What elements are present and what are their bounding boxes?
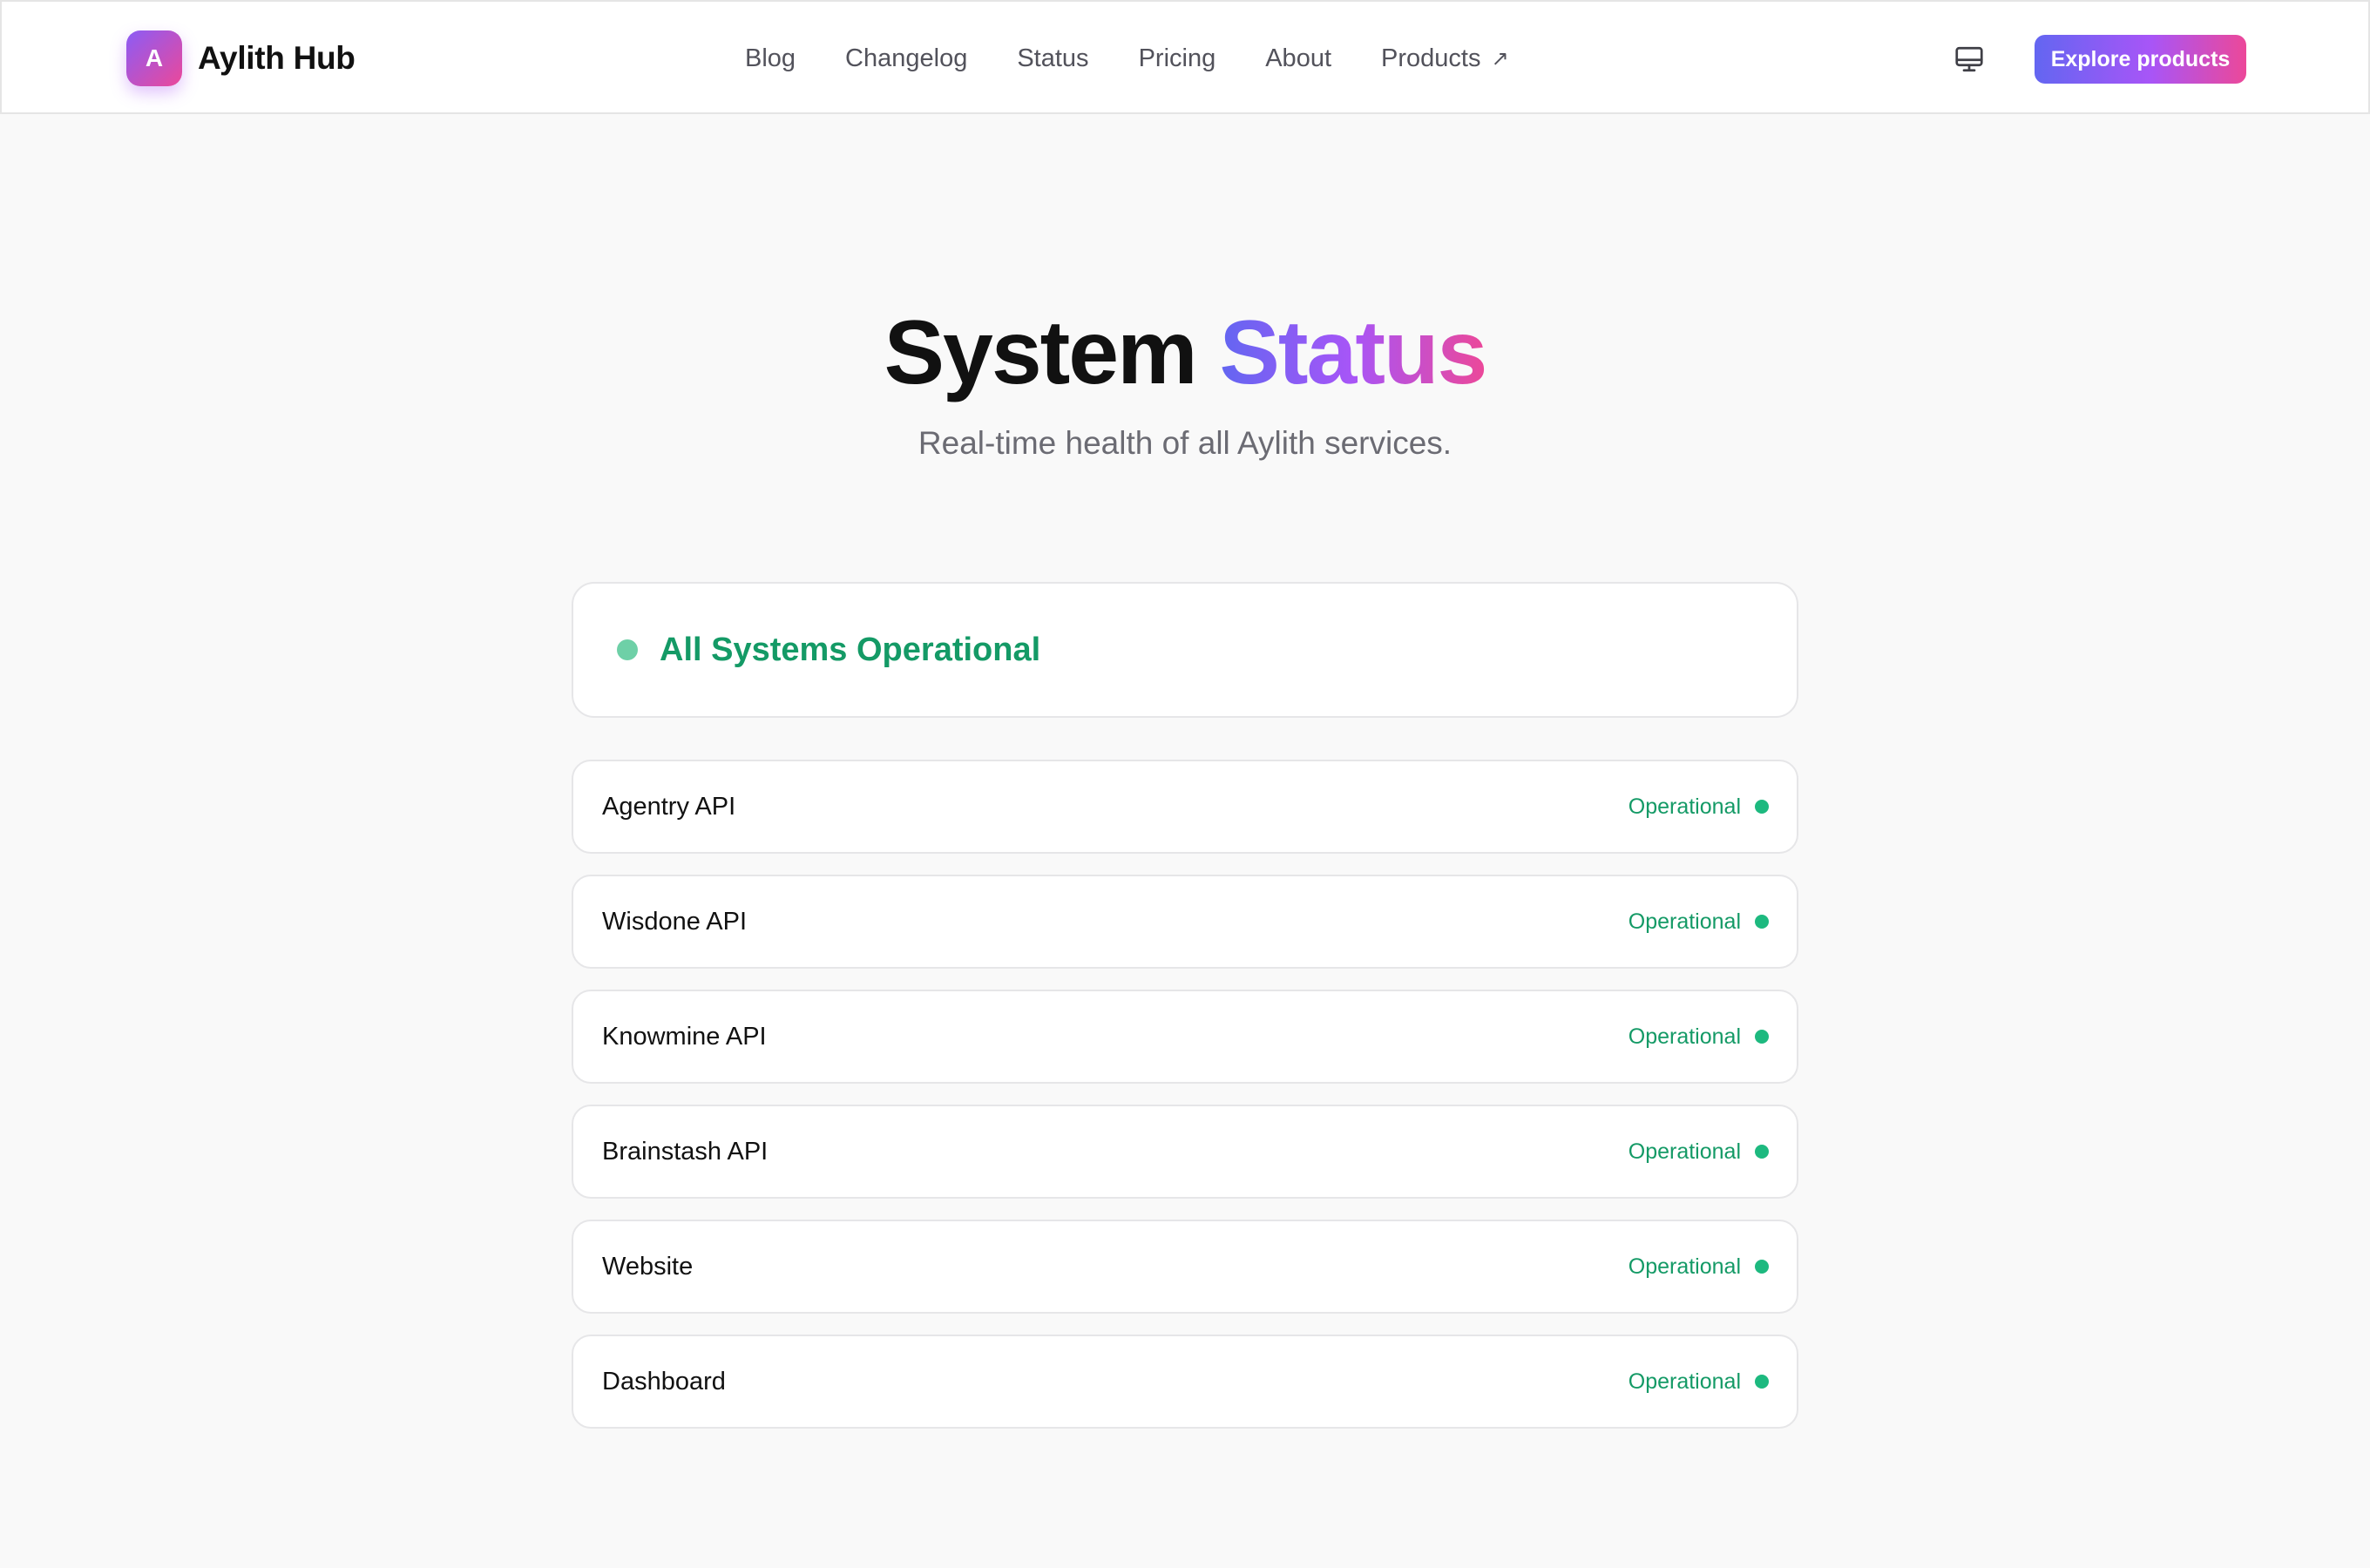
service-name: Brainstash API <box>602 1137 769 1166</box>
status-dot-icon <box>1755 1260 1769 1274</box>
service-row: Website Operational <box>572 1220 1798 1314</box>
nav-status[interactable]: Status <box>1017 44 1088 73</box>
main-nav: Blog Changelog Status Pricing About Prod… <box>745 2 1509 116</box>
status-dot-icon <box>1755 800 1769 814</box>
page-title-system: System <box>884 302 1198 403</box>
service-row: Agentry API Operational <box>572 760 1798 854</box>
overall-status-text: All Systems Operational <box>660 631 1041 668</box>
brand[interactable]: A Aylith Hub <box>126 30 356 86</box>
nav-products-label: Products <box>1381 44 1481 72</box>
service-status: Operational <box>1629 1024 1769 1050</box>
page-title: System Status <box>0 296 2370 409</box>
overall-status-card: All Systems Operational <box>572 582 1798 718</box>
service-status: Operational <box>1629 1139 1769 1165</box>
service-row: Dashboard Operational <box>572 1335 1798 1429</box>
nav-changelog[interactable]: Changelog <box>845 44 967 73</box>
service-status: Operational <box>1629 909 1769 935</box>
status-dot-icon <box>1755 1030 1769 1044</box>
service-row: Brainstash API Operational <box>572 1105 1798 1199</box>
service-name: Dashboard <box>602 1367 726 1396</box>
service-status: Operational <box>1629 794 1769 820</box>
nav-pricing[interactable]: Pricing <box>1139 44 1216 73</box>
service-name: Wisdone API <box>602 907 748 936</box>
brand-logo[interactable]: A <box>126 30 182 86</box>
page-title-status: Status <box>1219 302 1488 403</box>
service-status-text: Operational <box>1628 909 1741 934</box>
service-status: Operational <box>1629 1369 1769 1395</box>
nav-about[interactable]: About <box>1265 44 1331 73</box>
service-status-text: Operational <box>1628 794 1741 819</box>
service-status-text: Operational <box>1628 1139 1741 1164</box>
nav-blog[interactable]: Blog <box>745 44 796 73</box>
service-status-text: Operational <box>1628 1254 1741 1279</box>
service-list: Agentry API Operational Wisdone API Oper… <box>572 760 1798 1450</box>
brand-name[interactable]: Aylith Hub <box>198 40 356 77</box>
nav-products[interactable]: Products ↗ <box>1381 44 1509 73</box>
service-name: Agentry API <box>602 792 736 821</box>
explore-products-button[interactable]: Explore products <box>2035 35 2246 84</box>
service-status-text: Operational <box>1628 1369 1741 1394</box>
service-name: Knowmine API <box>602 1022 767 1051</box>
status-dot-icon <box>1755 915 1769 929</box>
status-dot-icon <box>1755 1145 1769 1159</box>
service-name: Website <box>602 1252 694 1281</box>
status-dot-icon <box>1755 1375 1769 1389</box>
service-row: Knowmine API Operational <box>572 990 1798 1084</box>
top-header: A Aylith Hub Blog Changelog Status Prici… <box>0 0 2370 114</box>
service-row: Wisdone API Operational <box>572 875 1798 969</box>
external-arrow-icon: ↗ <box>1491 47 1509 71</box>
monitor-icon[interactable] <box>1954 44 1985 75</box>
service-status: Operational <box>1629 1254 1769 1280</box>
page-subtitle: Real-time health of all Aylith services. <box>918 425 1452 461</box>
service-status-text: Operational <box>1628 1024 1741 1049</box>
status-dot-icon <box>617 639 638 660</box>
